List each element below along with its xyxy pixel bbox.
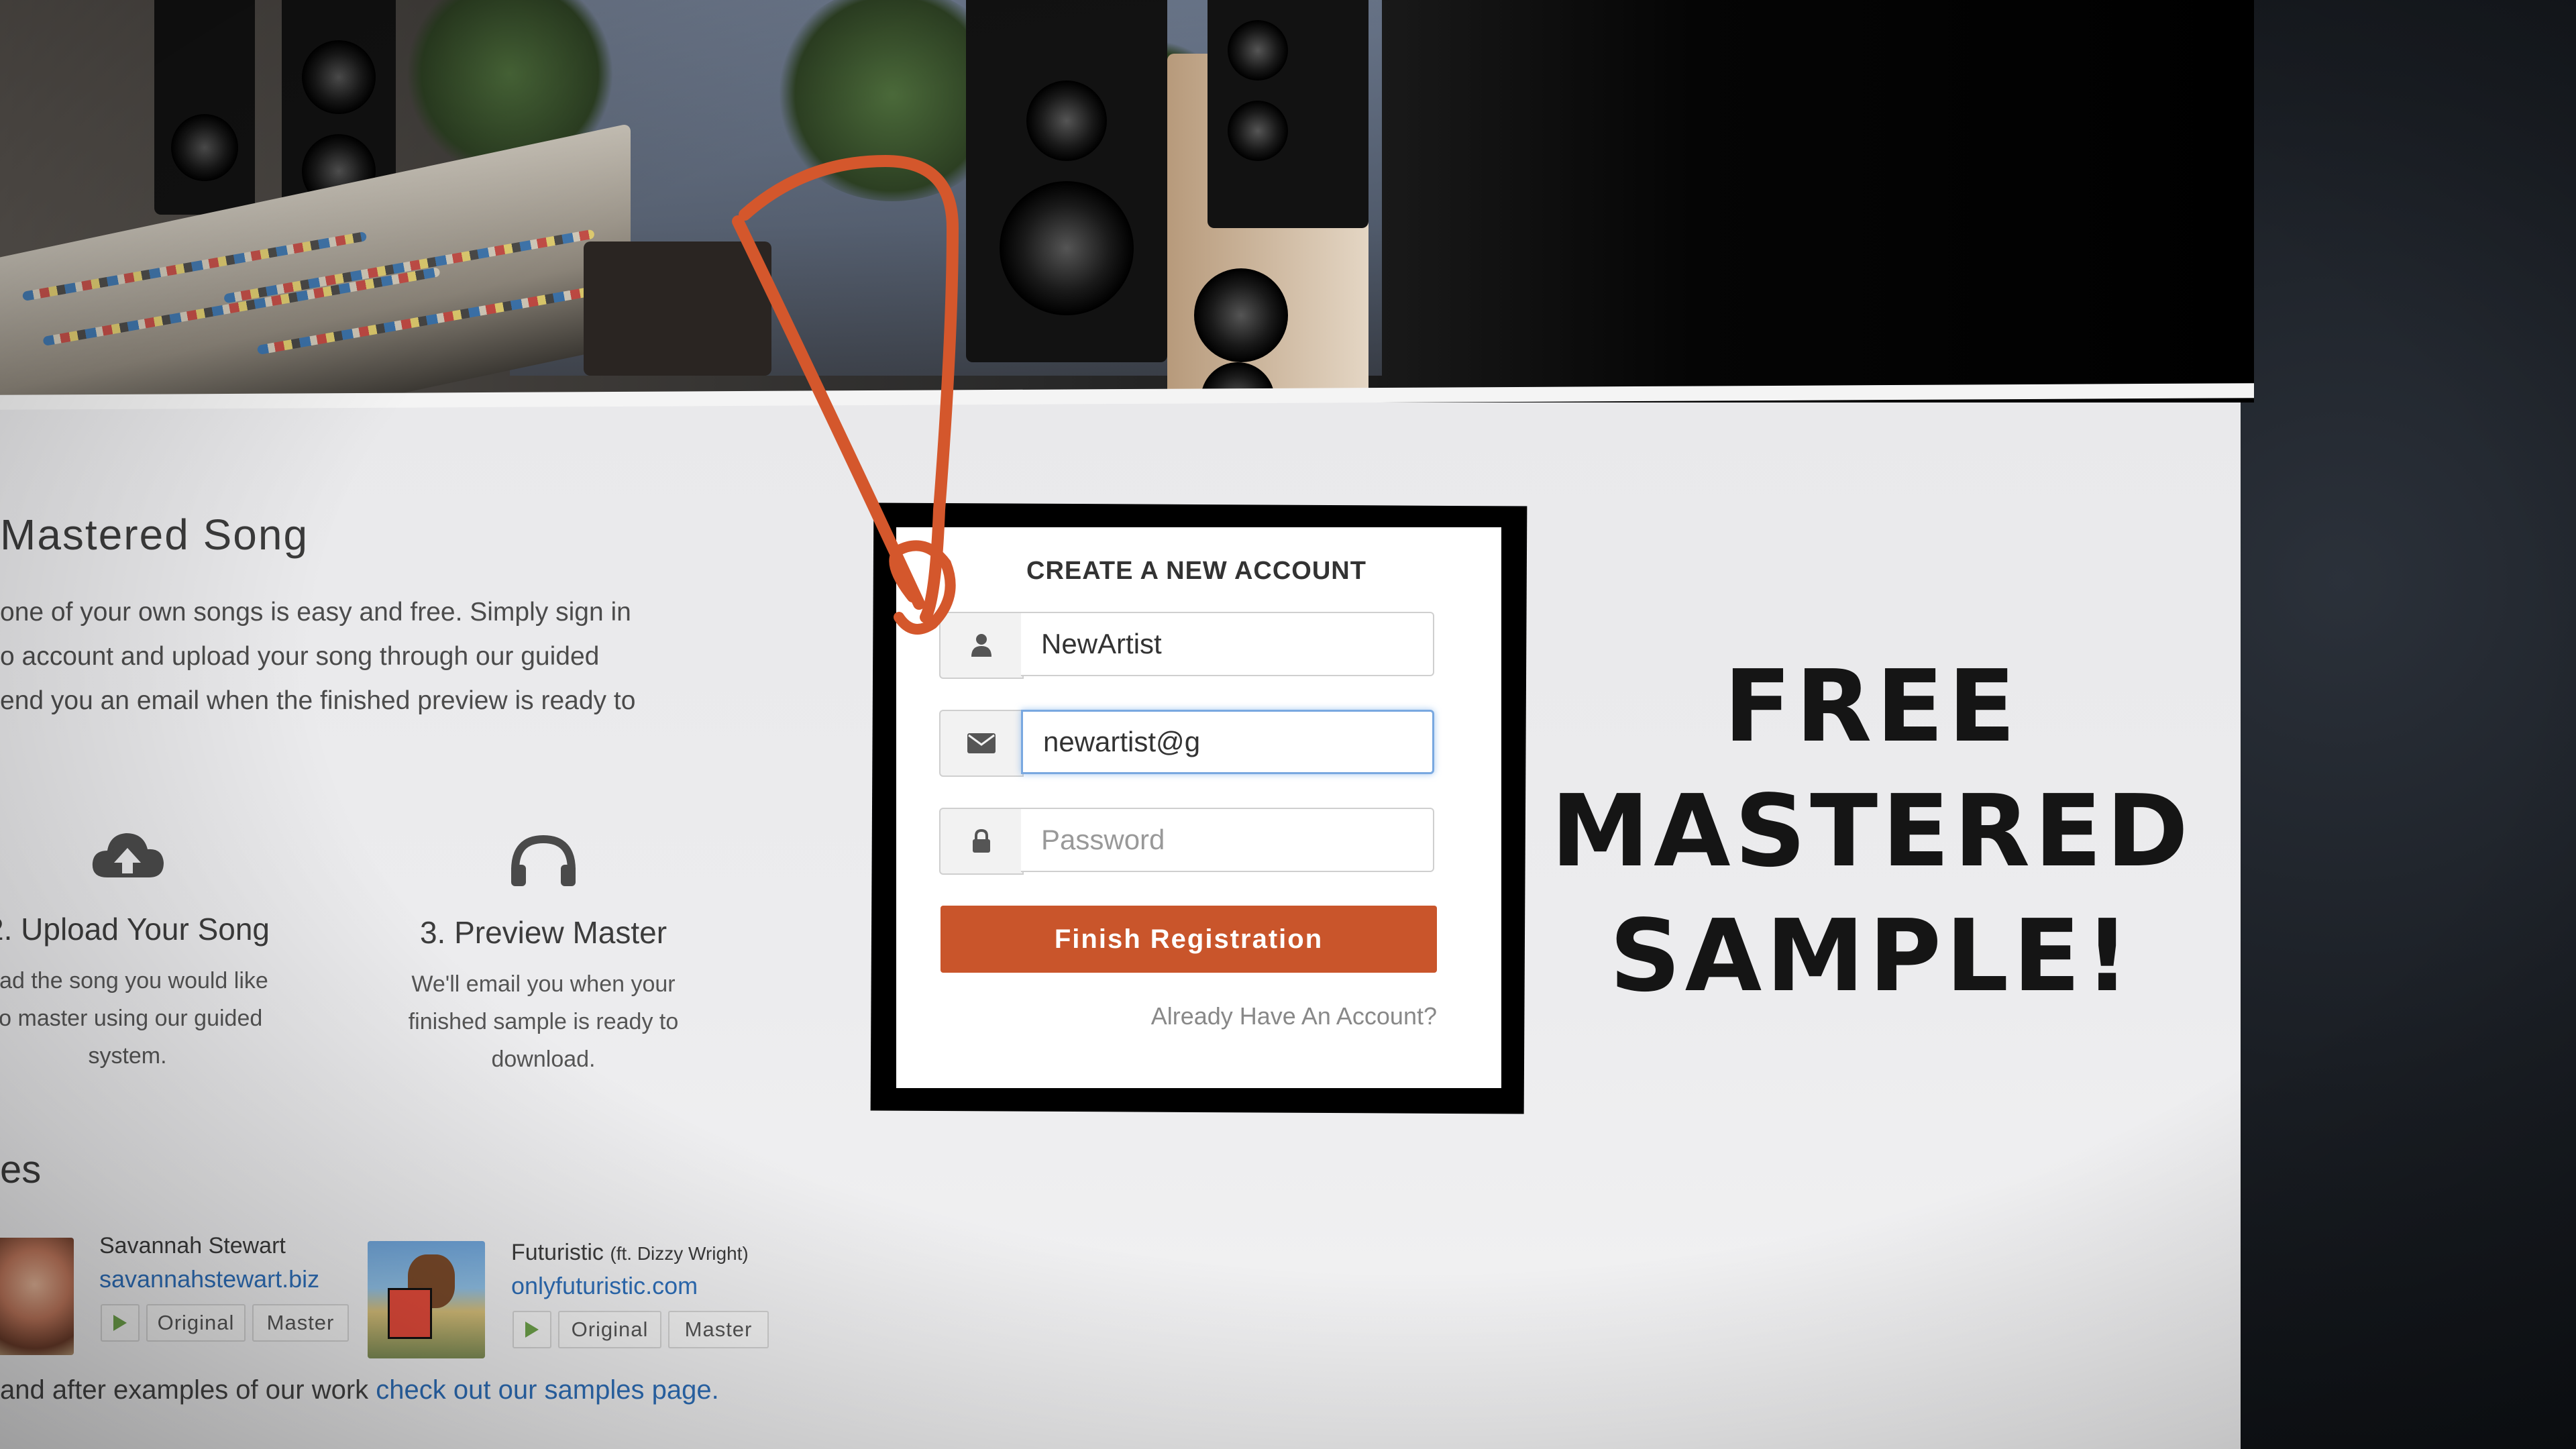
background-texture (2241, 0, 2576, 1449)
sample-link[interactable]: onlyfuturistic.com (511, 1272, 698, 1300)
sample-artist: Futuristic (ft. Dizzy Wright) (511, 1240, 749, 1266)
step-upload: 2. Upload Your Song oad the song you wou… (0, 825, 270, 1075)
lock-icon (939, 808, 1024, 875)
headphones-icon (503, 828, 584, 889)
samples-title: es (0, 1148, 42, 1191)
cloud-upload-icon (87, 825, 168, 885)
album-thumbnail[interactable] (0, 1238, 74, 1355)
step-title: 3. Preview Master (419, 915, 667, 950)
annotation-arrow-icon (732, 154, 959, 635)
intro-line: o account and upload your song through o… (0, 642, 600, 671)
promo-line: MASTERED (1550, 773, 2193, 889)
step-desc-line: to master using our guided (0, 1006, 263, 1031)
email-field-group (939, 710, 1437, 777)
promo-line: SAMPLE! (1609, 898, 2134, 1014)
step-desc-line: We'll email you when your (411, 971, 676, 997)
play-icon (113, 1315, 127, 1331)
password-field-group (939, 808, 1437, 875)
step-description: We'll email you when your finished sampl… (402, 965, 684, 1078)
already-have-account-link[interactable]: Already Have An Account? (1140, 1002, 1437, 1030)
sample-artist: Savannah Stewart (99, 1233, 286, 1258)
intro-line: one of your own songs is easy and free. … (0, 598, 631, 627)
step-desc-line: system. (88, 1043, 167, 1069)
original-button[interactable]: Original (146, 1304, 246, 1342)
envelope-icon (939, 710, 1024, 777)
form-title: CREATE A NEW ACCOUNT (1026, 557, 1366, 585)
sample-link[interactable]: savannahstewart.biz (99, 1265, 319, 1293)
intro-line: end you an email when the finished previ… (0, 686, 636, 715)
step-desc-line: finished sample is ready to (408, 1009, 679, 1034)
artist-feature: (ft. Dizzy Wright) (610, 1243, 749, 1264)
original-button[interactable]: Original (558, 1311, 661, 1348)
play-button[interactable] (101, 1304, 140, 1342)
master-button[interactable]: Master (252, 1304, 349, 1342)
promo-headline: FREE MASTERED SAMPLE! (1536, 644, 2207, 1018)
studio-hero-image (0, 0, 2254, 402)
step-desc-line: download. (491, 1046, 596, 1072)
step-title: 2. Upload Your Song (0, 912, 270, 947)
artist-name: Futuristic (511, 1240, 604, 1265)
footnote-text: and after examples of our work (0, 1375, 376, 1405)
step-preview: 3. Preview Master We'll email you when y… (402, 828, 684, 1078)
play-icon (525, 1322, 539, 1338)
samples-page-link[interactable]: check out our samples page. (376, 1375, 718, 1405)
intro-text: one of your own songs is easy and free. … (0, 590, 684, 723)
step-desc-line: oad the song you would like (0, 968, 268, 994)
password-input[interactable] (1021, 808, 1434, 872)
email-input[interactable] (1021, 710, 1434, 774)
master-button[interactable]: Master (668, 1311, 769, 1348)
step-description: oad the song you would like to master us… (0, 962, 268, 1075)
finish-registration-button[interactable]: Finish Registration (941, 906, 1437, 973)
promo-line: FREE (1723, 649, 2020, 764)
section-title: Mastered Song (0, 511, 309, 559)
album-thumbnail[interactable] (368, 1241, 485, 1358)
username-input[interactable] (1021, 612, 1434, 676)
play-button[interactable] (513, 1311, 551, 1348)
samples-footnote: and after examples of our work check out… (0, 1375, 719, 1405)
